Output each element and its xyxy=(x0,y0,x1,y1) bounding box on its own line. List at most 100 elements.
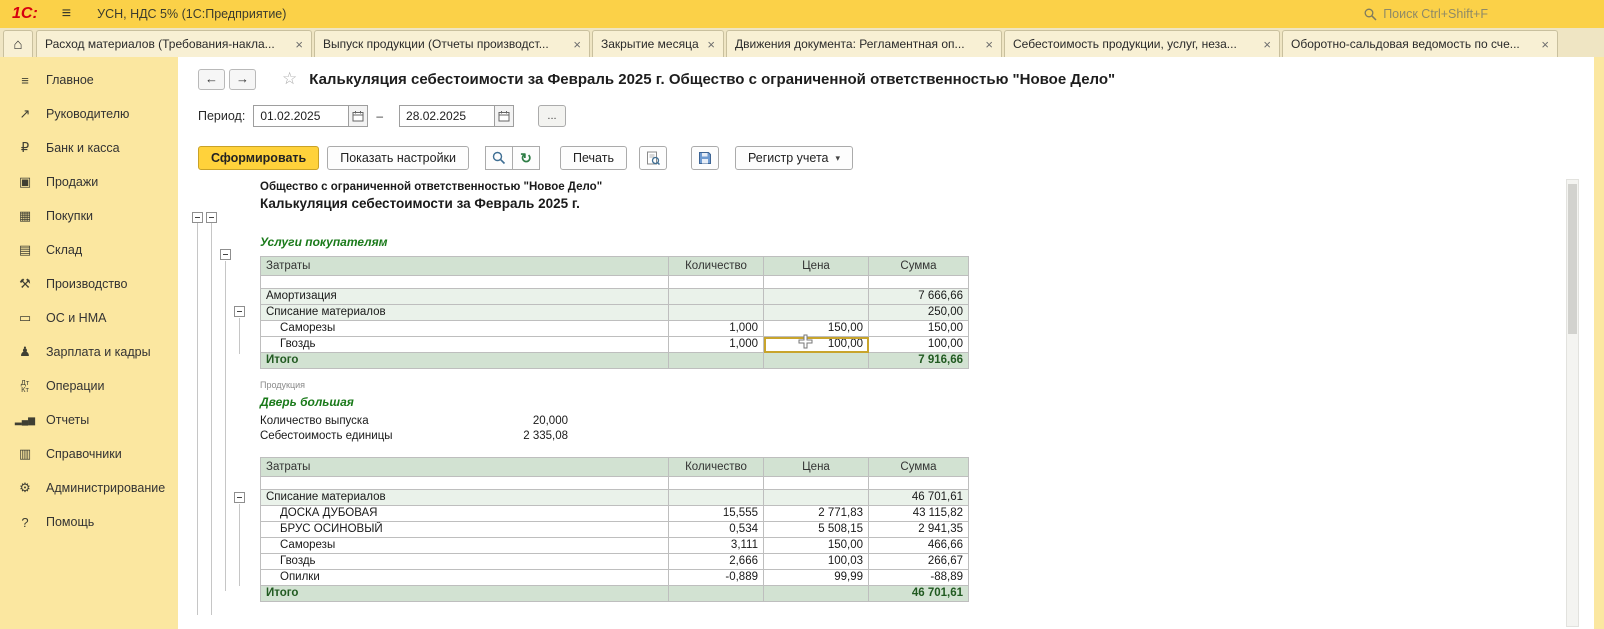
close-icon[interactable]: × xyxy=(295,37,303,52)
row-sum-cell[interactable]: 46 701,61 xyxy=(869,490,969,506)
collapse-group-icon[interactable] xyxy=(220,249,231,260)
row-quantity-cell[interactable] xyxy=(669,289,764,305)
home-tab-button[interactable]: ⌂ xyxy=(3,30,33,57)
favorite-star-icon[interactable]: ☆ xyxy=(282,69,297,89)
sidebar-item[interactable]: ▦ Покупки xyxy=(0,199,178,233)
sidebar-item[interactable]: ? Помощь xyxy=(0,505,178,539)
document-tab[interactable]: Выпуск продукции (Отчеты производст... × xyxy=(314,30,590,57)
sidebar-item[interactable]: ≡ Главное xyxy=(0,63,178,97)
row-sum-cell[interactable]: 466,66 xyxy=(869,538,969,554)
row-price-cell[interactable] xyxy=(764,353,869,369)
row-quantity-cell[interactable]: 1,000 xyxy=(669,321,764,337)
collapse-group-icon[interactable] xyxy=(234,306,245,317)
scrollbar-thumb[interactable] xyxy=(1568,184,1577,334)
close-icon[interactable]: × xyxy=(1263,37,1271,52)
row-label-cell[interactable]: Гвоздь xyxy=(261,337,669,353)
row-label-cell[interactable]: ДОСКА ДУБОВАЯ xyxy=(261,506,669,522)
close-icon[interactable]: × xyxy=(573,37,581,52)
row-quantity-cell[interactable] xyxy=(669,586,764,602)
sidebar-item[interactable]: ₽ Банк и касса xyxy=(0,131,178,165)
sidebar-item[interactable]: ↗ Руководителю xyxy=(0,97,178,131)
main-menu-icon[interactable]: ≡ xyxy=(62,5,71,23)
show-settings-button[interactable]: Показать настройки xyxy=(327,146,469,170)
row-quantity-cell[interactable] xyxy=(669,477,764,490)
sidebar-item[interactable]: ▥ Справочники xyxy=(0,437,178,471)
col-header-sum[interactable]: Сумма xyxy=(869,458,969,477)
row-price-cell[interactable]: 100,00 xyxy=(764,337,869,353)
document-tab[interactable]: Закрытие месяца × xyxy=(592,30,724,57)
sidebar-item[interactable]: ▭ ОС и НМА xyxy=(0,301,178,335)
row-quantity-cell[interactable] xyxy=(669,305,764,321)
global-search[interactable]: Поиск Ctrl+Shift+F xyxy=(1364,0,1488,28)
row-price-cell[interactable] xyxy=(764,586,869,602)
col-header-price[interactable]: Цена xyxy=(764,458,869,477)
row-quantity-cell[interactable] xyxy=(669,490,764,506)
row-sum-cell[interactable]: 46 701,61 xyxy=(869,586,969,602)
row-sum-cell[interactable]: 7 916,66 xyxy=(869,353,969,369)
row-sum-cell[interactable]: -88,89 xyxy=(869,570,969,586)
row-sum-cell[interactable]: 266,67 xyxy=(869,554,969,570)
document-tab[interactable]: Расход материалов (Требования-накла... × xyxy=(36,30,312,57)
row-price-cell[interactable] xyxy=(764,305,869,321)
row-label-cell[interactable]: Итого xyxy=(261,353,669,369)
row-label-cell[interactable] xyxy=(261,276,669,289)
row-price-cell[interactable]: 150,00 xyxy=(764,538,869,554)
row-label-cell[interactable]: Саморезы xyxy=(261,321,669,337)
period-from-input[interactable] xyxy=(253,105,349,127)
row-sum-cell[interactable]: 250,00 xyxy=(869,305,969,321)
row-label-cell[interactable]: Амортизация xyxy=(261,289,669,305)
print-button[interactable]: Печать xyxy=(560,146,627,170)
row-price-cell[interactable]: 150,00 xyxy=(764,321,869,337)
row-quantity-cell[interactable] xyxy=(669,276,764,289)
collapse-group-icon[interactable] xyxy=(192,212,203,223)
col-header-price[interactable]: Цена xyxy=(764,257,869,276)
row-quantity-cell[interactable]: 1,000 xyxy=(669,337,764,353)
col-header-costs[interactable]: Затраты xyxy=(261,257,669,276)
row-quantity-cell[interactable]: -0,889 xyxy=(669,570,764,586)
col-header-quantity[interactable]: Количество xyxy=(669,257,764,276)
unit-cost-value[interactable]: 2 335,08 xyxy=(523,430,568,442)
find-button[interactable] xyxy=(485,146,513,170)
calendar-from-button[interactable] xyxy=(348,105,368,127)
sidebar-item[interactable]: ⚒ Производство xyxy=(0,267,178,301)
col-header-sum[interactable]: Сумма xyxy=(869,257,969,276)
sidebar-item[interactable]: ▂▄▆ Отчеты xyxy=(0,403,178,437)
row-label-cell[interactable]: Опилки xyxy=(261,570,669,586)
row-sum-cell[interactable] xyxy=(869,477,969,490)
row-sum-cell[interactable]: 43 115,82 xyxy=(869,506,969,522)
row-sum-cell[interactable]: 100,00 xyxy=(869,337,969,353)
row-price-cell[interactable]: 2 771,83 xyxy=(764,506,869,522)
row-price-cell[interactable] xyxy=(764,289,869,305)
period-more-button[interactable]: ... xyxy=(538,105,566,127)
col-header-quantity[interactable]: Количество xyxy=(669,458,764,477)
close-icon[interactable]: × xyxy=(707,37,715,52)
forward-button[interactable]: → xyxy=(229,69,256,90)
row-quantity-cell[interactable]: 3,111 xyxy=(669,538,764,554)
row-price-cell[interactable]: 99,99 xyxy=(764,570,869,586)
document-tab[interactable]: Движения документа: Регламентная оп... × xyxy=(726,30,1002,57)
row-sum-cell[interactable]: 150,00 xyxy=(869,321,969,337)
row-price-cell[interactable]: 100,03 xyxy=(764,554,869,570)
close-icon[interactable]: × xyxy=(1541,37,1549,52)
document-tab[interactable]: Оборотно-сальдовая ведомость по сче... × xyxy=(1282,30,1558,57)
row-label-cell[interactable]: Итого xyxy=(261,586,669,602)
row-price-cell[interactable]: 5 508,15 xyxy=(764,522,869,538)
row-sum-cell[interactable]: 7 666,66 xyxy=(869,289,969,305)
row-quantity-cell[interactable]: 2,666 xyxy=(669,554,764,570)
row-price-cell[interactable] xyxy=(764,276,869,289)
sidebar-item[interactable]: ▤ Склад xyxy=(0,233,178,267)
row-price-cell[interactable] xyxy=(764,490,869,506)
row-label-cell[interactable] xyxy=(261,477,669,490)
row-quantity-cell[interactable] xyxy=(669,353,764,369)
output-quantity-value[interactable]: 20,000 xyxy=(533,415,568,427)
expand-refresh-button[interactable]: ↻ xyxy=(512,146,540,170)
row-label-cell[interactable]: Списание материалов xyxy=(261,305,669,321)
generate-button[interactable]: Сформировать xyxy=(198,146,319,170)
row-label-cell[interactable]: БРУС ОСИНОВЫЙ xyxy=(261,522,669,538)
row-price-cell[interactable] xyxy=(764,477,869,490)
row-sum-cell[interactable] xyxy=(869,276,969,289)
row-label-cell[interactable]: Списание материалов xyxy=(261,490,669,506)
collapse-group-icon[interactable] xyxy=(206,212,217,223)
vertical-scrollbar[interactable] xyxy=(1566,179,1579,627)
sidebar-item[interactable]: ⚙ Администрирование xyxy=(0,471,178,505)
